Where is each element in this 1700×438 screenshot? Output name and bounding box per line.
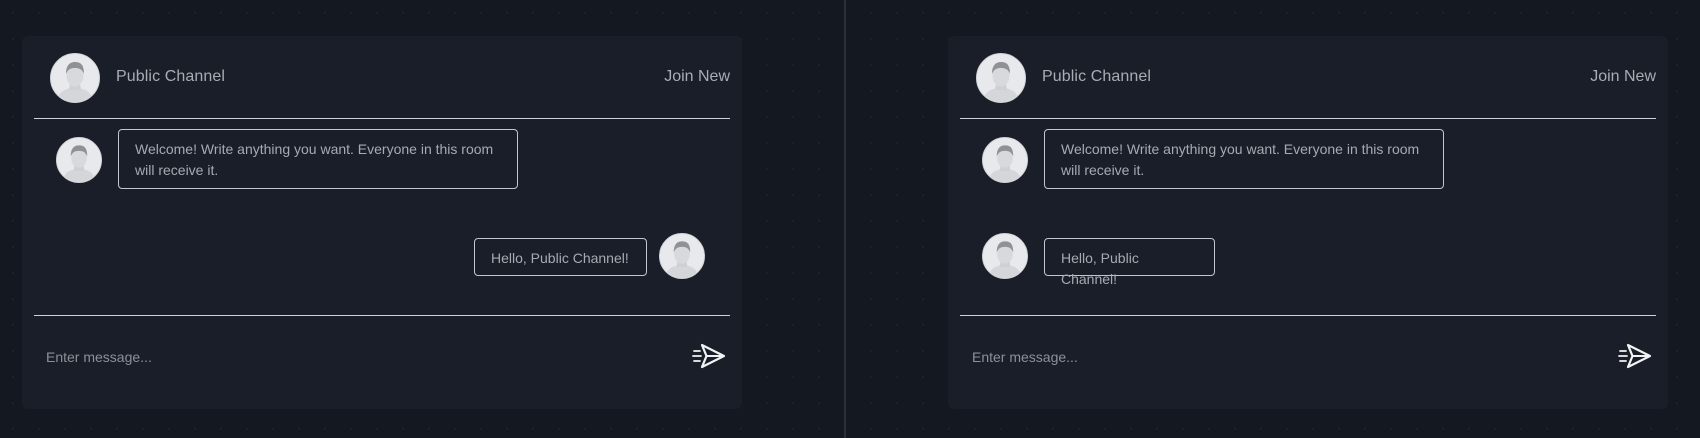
user-avatar-icon [982, 137, 1028, 183]
channel-avatar-icon [50, 53, 100, 103]
chat-panel-left: Public Channel Join New Welcome! Write a… [22, 36, 742, 409]
user-avatar-icon [659, 233, 705, 279]
paper-plane-send-icon [692, 343, 726, 369]
input-divider [34, 315, 730, 316]
channel-name: Public Channel [116, 68, 226, 85]
message-row: Hello, Public Channel! [948, 233, 1668, 287]
app-stage: Public Channel Join New Welcome! Write a… [0, 0, 1700, 438]
message-row: Hello, Public Channel! [22, 233, 742, 279]
channel-avatar-icon [976, 53, 1026, 103]
message-bubble: Hello, Public Channel! [1044, 238, 1215, 287]
chat-header: Public Channel Join New [948, 36, 1668, 119]
message-input[interactable] [960, 340, 1560, 374]
message-input[interactable] [34, 340, 634, 374]
send-button[interactable] [1618, 341, 1652, 371]
message-composer [34, 328, 730, 388]
message-composer [960, 328, 1656, 388]
chat-panel-right: Public Channel Join New Welcome! Write a… [948, 36, 1668, 409]
header-divider [34, 118, 730, 119]
paper-plane-send-icon [1618, 343, 1652, 369]
message-row: Welcome! Write anything you want. Everyo… [22, 129, 742, 189]
message-row: Welcome! Write anything you want. Everyo… [948, 129, 1668, 189]
chat-header: Public Channel Join New [22, 36, 742, 119]
user-avatar-icon [56, 137, 102, 183]
join-new-button[interactable]: Join New [1590, 68, 1656, 86]
header-divider [960, 118, 1656, 119]
send-button[interactable] [692, 341, 726, 371]
input-divider [960, 315, 1656, 316]
vertical-divider [844, 0, 846, 438]
channel-name: Public Channel [1042, 68, 1152, 85]
message-bubble: Welcome! Write anything you want. Everyo… [1044, 129, 1444, 189]
message-bubble: Welcome! Write anything you want. Everyo… [118, 129, 518, 189]
message-bubble: Hello, Public Channel! [474, 238, 647, 276]
join-new-button[interactable]: Join New [664, 68, 730, 86]
user-avatar-icon [982, 233, 1028, 279]
